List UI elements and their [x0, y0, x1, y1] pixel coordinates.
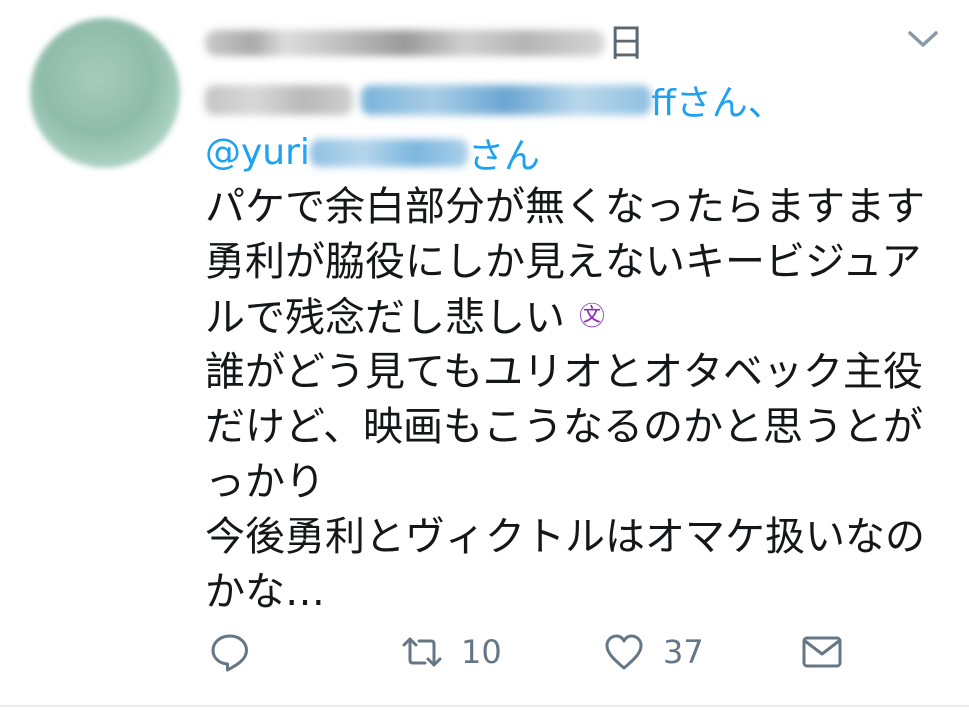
envelope-icon[interactable] — [801, 631, 843, 673]
heart-icon[interactable] — [603, 631, 645, 673]
replying-to-line-2: @yuri さん — [205, 125, 540, 180]
tweet-header: 日 — [205, 18, 645, 68]
blurred-username[interactable] — [205, 30, 605, 56]
direct-message-button[interactable] — [801, 622, 843, 682]
mention-2-suffix[interactable]: さん — [468, 127, 540, 179]
blurred-replying-to-label — [205, 84, 353, 115]
tweet-actions: 10 37 — [205, 622, 865, 682]
tweet-card[interactable]: 日 ffさん、 @yuri さん パケで余白部分が無くなったらますます 勇利が脇… — [0, 0, 969, 705]
tweet-body-line: だけど、映画もこうなるのかと思うとが — [205, 404, 923, 450]
retweet-count: 10 — [461, 633, 502, 671]
tweet-body: パケで余白部分が無くなったらますます 勇利が脇役にしか見えないキービジュア ルで… — [205, 180, 945, 620]
blurred-mention-1[interactable] — [361, 84, 651, 115]
mention-1-suffix[interactable]: ffさん、 — [651, 74, 784, 126]
tweet-body-line-text: ルで残念だし悲しい — [205, 295, 565, 341]
reply-button[interactable] — [209, 622, 251, 682]
tweet-body-line: ルで残念だし悲しい㉆ — [205, 290, 945, 345]
chevron-down-icon[interactable] — [906, 26, 940, 52]
like-count: 37 — [663, 633, 704, 671]
tweet-body-line: 今後勇利とヴィクトルはオマケ扱いなの — [205, 514, 925, 560]
reply-icon[interactable] — [209, 631, 251, 673]
avatar[interactable] — [30, 18, 180, 168]
tweet-body-line: 誰がどう見てもユリオとオタベック主役 — [205, 349, 923, 395]
tweet-body-line: 勇利が脇役にしか見えないキービジュア — [205, 239, 922, 285]
blurred-mention-2[interactable] — [309, 138, 468, 167]
tweet-body-line: パケで余白部分が無くなったらますます — [205, 184, 925, 230]
tweet-date: 日 — [607, 21, 646, 65]
tweet-body-line: っかり — [205, 459, 325, 505]
retweet-button[interactable]: 10 — [401, 622, 502, 682]
mention-2-prefix[interactable]: @yuri — [205, 132, 310, 173]
crying-face-emoji: ㉆ — [579, 302, 606, 332]
tweet-body-line: かな… — [205, 569, 325, 615]
replying-to-line: ffさん、 — [205, 72, 784, 127]
like-button[interactable]: 37 — [603, 622, 704, 682]
retweet-icon[interactable] — [401, 631, 443, 673]
divider — [0, 705, 969, 707]
